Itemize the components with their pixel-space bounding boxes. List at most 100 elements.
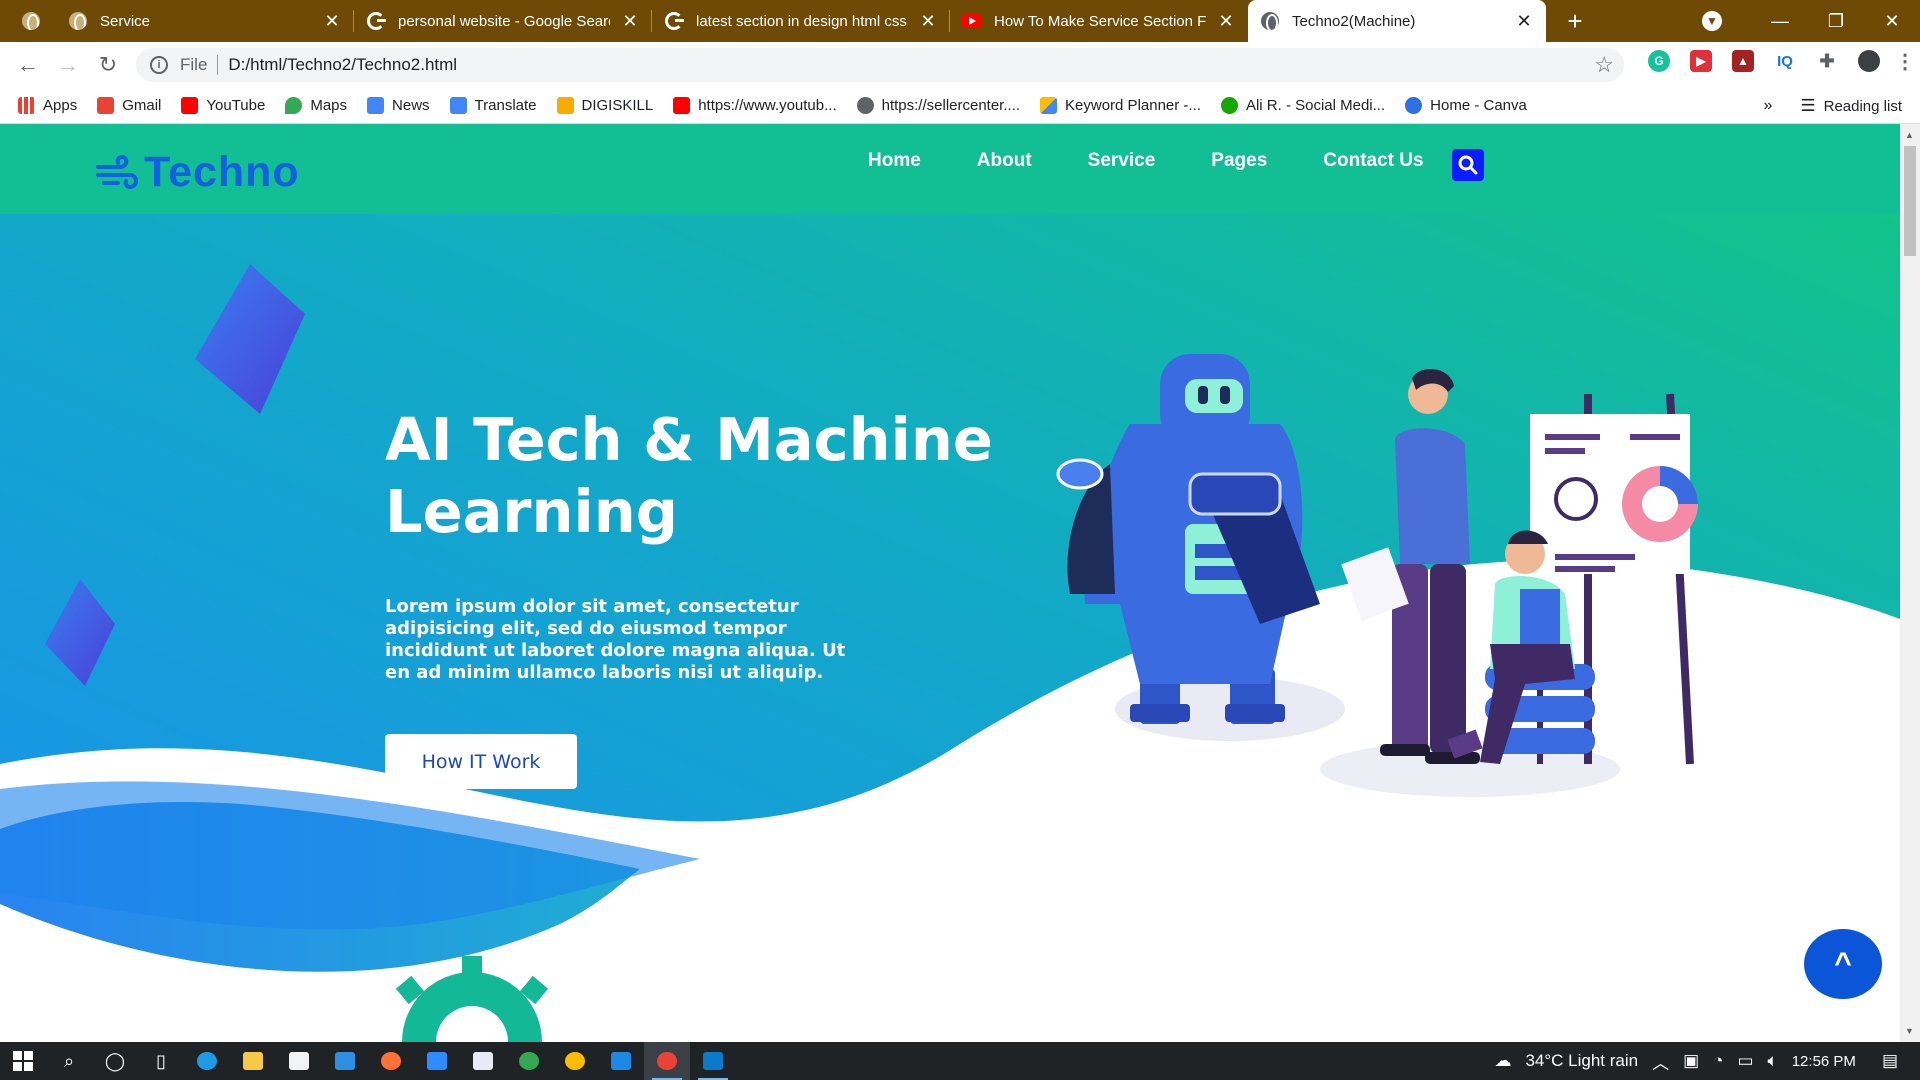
search-icon[interactable]: ⌕ — [46, 1042, 92, 1080]
site-logo[interactable]: Techno — [96, 148, 300, 197]
more-bookmarks-chevron-icon[interactable]: » — [1763, 97, 1772, 115]
logo-text: Techno — [144, 148, 300, 196]
bookmark-maps[interactable]: Maps — [285, 97, 347, 114]
bookmark-upwork[interactable]: Ali R. - Social Medi... — [1220, 97, 1386, 114]
tab-overflow-icon[interactable] — [0, 0, 56, 42]
nav-contact-us[interactable]: Contact Us — [1323, 150, 1423, 172]
tab-latest-section[interactable]: latest section in design html css ✕ — [652, 0, 950, 42]
chrome-profile-2-icon[interactable] — [552, 1042, 598, 1080]
tab-search-icon[interactable]: ▼ — [1702, 11, 1722, 31]
youtube-icon — [673, 97, 691, 114]
volume-icon[interactable]: 🔈︎ — [1768, 1051, 1778, 1071]
pocket-extension-icon[interactable]: ▶ — [1690, 50, 1712, 72]
close-icon[interactable]: ✕ — [620, 11, 640, 32]
reload-icon[interactable]: ↻ — [88, 52, 128, 78]
address-bar[interactable]: i File D:/html/Techno2/Techno2.html ☆ — [136, 48, 1624, 82]
window-controls: ▼ — ❐ ✕ — [1702, 0, 1920, 42]
bookmark-canva[interactable]: Home - Canva — [1405, 97, 1527, 114]
tab-title: Techno2(Machine) — [1292, 12, 1416, 30]
clock-time[interactable]: 12:56 PM — [1792, 1053, 1856, 1070]
bookmark-gmail[interactable]: Gmail — [97, 97, 161, 114]
close-window-icon[interactable]: ✕ — [1864, 11, 1920, 32]
bookmark-news[interactable]: News — [367, 97, 430, 114]
battery-icon[interactable]: ▭ — [1737, 1051, 1753, 1071]
nav-pages[interactable]: Pages — [1211, 150, 1267, 172]
bookmark-keyword-planner[interactable]: Keyword Planner -... — [1040, 97, 1201, 114]
edge-icon[interactable] — [184, 1042, 230, 1080]
bookmark-apps[interactable]: Apps — [18, 97, 77, 114]
download-icon[interactable] — [598, 1042, 644, 1080]
tab-techno2-active[interactable]: Techno2(Machine) ✕ — [1248, 0, 1546, 42]
wifi-icon[interactable]: ◔ — [1713, 1051, 1723, 1071]
search-button[interactable] — [1452, 149, 1484, 181]
chevron-up-icon[interactable]: ︿ — [1652, 1049, 1669, 1074]
tab-service[interactable]: Service ✕ — [56, 0, 354, 42]
chrome-icon[interactable] — [644, 1042, 690, 1080]
bookmark-sellercenter[interactable]: https://sellercenter.... — [856, 97, 1020, 114]
how-it-work-button[interactable]: How IT Work — [385, 734, 577, 789]
nav-service[interactable]: Service — [1088, 150, 1156, 172]
hero-section: Techno Home About Service Pages Contact … — [0, 124, 1900, 1042]
scroll-down-arrow-icon[interactable]: ▼ — [1905, 1026, 1914, 1036]
bookmarks-bar: Apps Gmail YouTube Maps News Translate D… — [0, 88, 1920, 124]
profile-avatar[interactable] — [1858, 50, 1880, 72]
info-icon[interactable]: i — [150, 56, 168, 74]
close-icon[interactable]: ✕ — [322, 11, 342, 32]
store-icon[interactable] — [276, 1042, 322, 1080]
restore-icon[interactable]: ❐ — [1808, 11, 1864, 32]
tab-title: latest section in design html css — [696, 12, 907, 30]
bookmark-youtube-link[interactable]: https://www.youtub... — [673, 97, 837, 114]
bookmark-youtube[interactable]: YouTube — [181, 97, 265, 114]
bookmark-label: Keyword Planner -... — [1065, 97, 1201, 114]
tab-youtube-video[interactable]: How To Make Service Section For ✕ — [950, 0, 1248, 42]
extension-icons: G ▶ ▲ IQ ✚ ⋮ — [1648, 50, 1915, 73]
bookmark-label: Gmail — [122, 97, 162, 114]
chart-extension-icon[interactable]: ▲ — [1732, 50, 1754, 72]
vertical-scrollbar[interactable]: ▲ ▼ — [1900, 124, 1920, 1042]
scrollbar-thumb[interactable] — [1904, 146, 1916, 256]
nav-about[interactable]: About — [977, 150, 1032, 172]
calendar-icon[interactable] — [460, 1042, 506, 1080]
mail-icon[interactable] — [322, 1042, 368, 1080]
scroll-to-top-button[interactable]: ^ — [1804, 929, 1882, 999]
hero-title: AI Tech & Machine Learning — [385, 405, 993, 546]
file-explorer-icon[interactable] — [230, 1042, 276, 1080]
bookmark-label: YouTube — [206, 97, 266, 114]
zoom-icon[interactable] — [414, 1042, 460, 1080]
windows-start-icon[interactable] — [0, 1042, 46, 1080]
menu-kebab-icon[interactable]: ⋮ — [1895, 50, 1915, 73]
bookmark-label: Home - Canva — [1430, 97, 1527, 114]
bookmark-label: Maps — [310, 97, 348, 114]
tab-google-search[interactable]: personal website - Google Search ✕ — [354, 0, 652, 42]
close-icon[interactable]: ✕ — [1216, 11, 1236, 32]
grammarly-extension-icon[interactable]: G — [1648, 50, 1670, 72]
back-icon[interactable]: ← — [8, 52, 48, 78]
scroll-up-arrow-icon[interactable]: ▲ — [1905, 130, 1914, 140]
extensions-puzzle-icon[interactable]: ✚ — [1816, 50, 1838, 72]
chrome-profile-icon[interactable] — [506, 1042, 552, 1080]
address-url[interactable]: D:/html/Techno2/Techno2.html — [228, 55, 457, 75]
minimize-icon[interactable]: — — [1752, 11, 1808, 32]
iq-extension-icon[interactable]: IQ — [1774, 50, 1796, 72]
bookmark-star-icon[interactable]: ☆ — [1594, 52, 1614, 78]
nav-home[interactable]: Home — [868, 150, 921, 172]
web-page: Techno Home About Service Pages Contact … — [0, 124, 1920, 1042]
forward-icon[interactable]: → — [48, 52, 88, 78]
bookmark-translate[interactable]: Translate — [449, 97, 537, 114]
weather-cloud-icon[interactable]: ☁ — [1494, 1051, 1511, 1071]
vscode-icon[interactable] — [690, 1042, 736, 1080]
meet-now-icon[interactable]: ▣ — [1683, 1051, 1699, 1071]
close-icon[interactable]: ✕ — [1514, 11, 1534, 32]
task-view-icon[interactable]: ▯ — [138, 1042, 184, 1080]
notifications-icon[interactable]: ▤ — [1882, 1051, 1898, 1071]
new-tab-button[interactable]: + — [1560, 6, 1590, 37]
cortana-icon[interactable]: ◯ — [92, 1042, 138, 1080]
search-icon — [1458, 155, 1478, 175]
bookmark-digiskill[interactable]: DIGISKILL — [556, 97, 653, 114]
google-ads-icon — [1040, 97, 1058, 114]
firefox-icon[interactable] — [368, 1042, 414, 1080]
weather-text[interactable]: 34°C Light rain — [1525, 1051, 1638, 1071]
close-icon[interactable]: ✕ — [918, 11, 938, 32]
reading-list-button[interactable]: Reading list — [1824, 98, 1902, 115]
bookmark-label: Ali R. - Social Medi... — [1245, 97, 1386, 114]
